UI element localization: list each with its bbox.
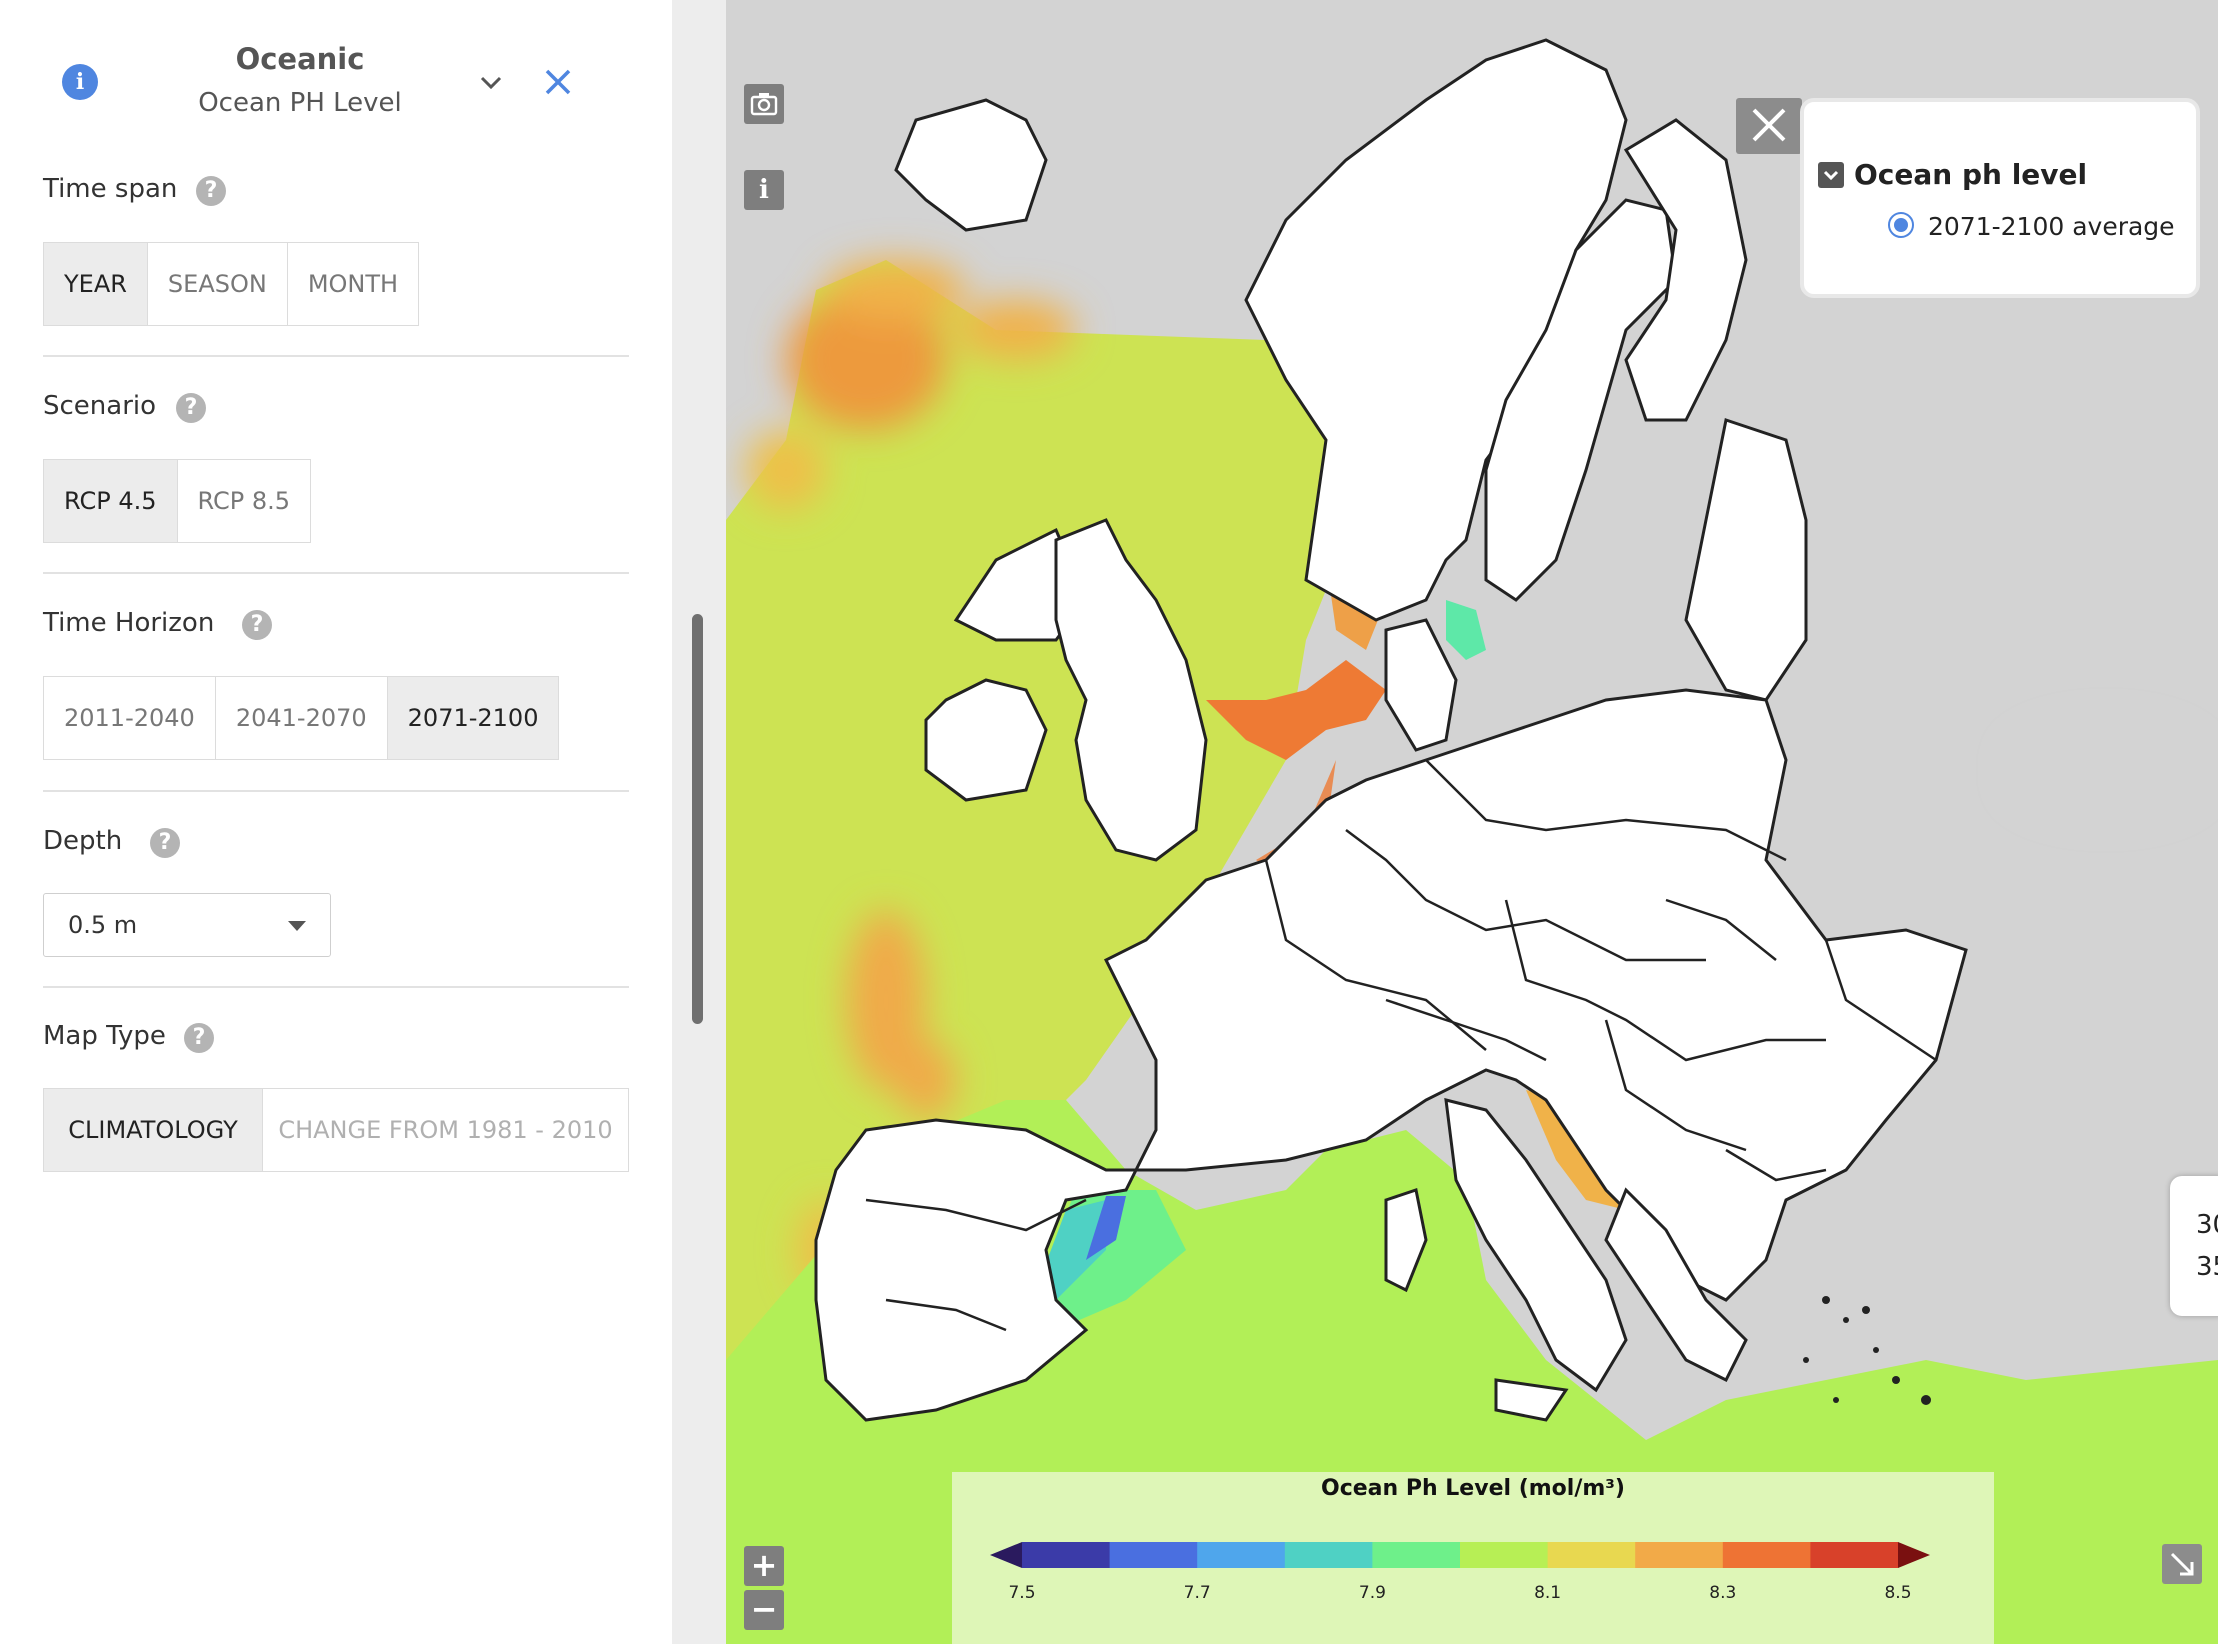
- time-span-label: Time span: [43, 174, 178, 204]
- colorbar-tick-label: 8.3: [1709, 1583, 1736, 1603]
- close-icon[interactable]: [540, 64, 576, 100]
- colorbar-segment: [1284, 1542, 1373, 1568]
- zoom-out-button[interactable]: −: [744, 1590, 784, 1630]
- camera-icon[interactable]: [744, 84, 784, 124]
- colorbar-segment: [1635, 1542, 1724, 1568]
- help-icon[interactable]: ?: [150, 828, 180, 858]
- caret-down-icon: [288, 921, 306, 931]
- climatology-button[interactable]: CLIMATOLOGY: [44, 1089, 263, 1171]
- scenario-rcp45-button[interactable]: RCP 4.5: [44, 460, 178, 542]
- colorbar-scale: 7.5 7.7 7.9 8.1 8.3 8.5: [990, 1542, 1930, 1603]
- divider: [43, 355, 629, 357]
- time-span-toggle: YEAR SEASON MONTH: [43, 242, 420, 326]
- colorbar-tick-label: 8.1: [1534, 1583, 1561, 1603]
- legend-layer-radio[interactable]: [1888, 212, 1914, 238]
- zoom-controls: + −: [744, 1546, 784, 1634]
- panel-title: Oceanic: [235, 42, 365, 76]
- legend-toggle-icon[interactable]: [1818, 162, 1844, 188]
- change-from-baseline-button[interactable]: CHANGE FROM 1981 - 2010: [263, 1089, 628, 1171]
- colorbar-segment: [1460, 1542, 1549, 1568]
- scenario-label: Scenario: [43, 391, 157, 421]
- panel-scrollbar[interactable]: [692, 614, 703, 1024]
- help-icon[interactable]: ?: [184, 1023, 214, 1053]
- time-span-month-button[interactable]: MONTH: [288, 243, 418, 325]
- colorbar-tick-label: 7.9: [1359, 1583, 1386, 1603]
- map-type-toggle: CLIMATOLOGY CHANGE FROM 1981 - 2010: [43, 1088, 629, 1172]
- colorbar-tick-label: 7.7: [1184, 1583, 1211, 1603]
- scenario-rcp85-button[interactable]: RCP 8.5: [178, 460, 311, 542]
- divider: [43, 572, 629, 574]
- colorbar-segment: [1547, 1542, 1636, 1568]
- colorbar-over-arrow: [1898, 1542, 1930, 1568]
- time-span-year-button[interactable]: YEAR: [44, 243, 148, 325]
- popup-line: 35: [2196, 1252, 2218, 1282]
- colorbar: Ocean Ph Level (mol/m³) 7.5 7.7 7.9 8.1 8.3 8…: [952, 1472, 1994, 1644]
- scenario-toggle: RCP 4.5 RCP 8.5: [43, 459, 312, 543]
- depth-value: 0.5 m: [68, 911, 138, 939]
- map-info-icon[interactable]: i: [744, 170, 784, 210]
- coordinate-popup: 30 35: [2170, 1176, 2218, 1316]
- colorbar-segment: [1022, 1542, 1111, 1568]
- iceland: [894, 98, 1048, 232]
- legend-layer-label: 2071-2100 average: [1928, 212, 2175, 241]
- depth-label: Depth: [43, 826, 123, 856]
- colorbar-tick-label: 7.5: [1008, 1583, 1035, 1603]
- legend-close-button[interactable]: [1736, 98, 1802, 154]
- help-icon[interactable]: ?: [242, 610, 272, 640]
- colorbar-segment: [1197, 1542, 1286, 1568]
- help-icon[interactable]: ?: [176, 393, 206, 423]
- horizon-2041-2070-button[interactable]: 2041-2070: [216, 677, 388, 759]
- legend-title: Ocean ph level: [1854, 158, 2088, 191]
- divider: [43, 790, 629, 792]
- time-horizon-label: Time Horizon: [43, 608, 215, 638]
- colorbar-segment: [1109, 1542, 1198, 1568]
- horizon-2011-2040-button[interactable]: 2011-2040: [44, 677, 216, 759]
- colorbar-tick-label: 8.5: [1884, 1583, 1911, 1603]
- help-icon[interactable]: ?: [196, 176, 226, 206]
- chevron-down-icon[interactable]: [474, 66, 508, 100]
- colorbar-segment: [1372, 1542, 1461, 1568]
- map-view[interactable]: i + − Ocean ph level 2071-2100 average 3…: [726, 0, 2218, 1644]
- expand-icon[interactable]: [2162, 1544, 2202, 1584]
- info-icon[interactable]: i: [62, 64, 98, 100]
- zoom-in-button[interactable]: +: [744, 1546, 784, 1586]
- colorbar-under-arrow: [990, 1542, 1022, 1568]
- settings-panel: i Oceanic Ocean PH Level Time span ? YEA…: [0, 0, 672, 1644]
- horizon-2071-2100-button[interactable]: 2071-2100: [387, 677, 559, 759]
- divider: [43, 986, 629, 988]
- time-span-season-button[interactable]: SEASON: [148, 243, 288, 325]
- panel-subtitle: Ocean PH Level: [198, 88, 402, 118]
- popup-line: 30: [2196, 1210, 2218, 1240]
- colorbar-segment: [1722, 1542, 1811, 1568]
- colorbar-segment: [1810, 1542, 1899, 1568]
- time-horizon-toggle: 2011-2040 2041-2070 2071-2100: [43, 676, 560, 760]
- layer-legend: Ocean ph level 2071-2100 average: [1800, 98, 2200, 298]
- map-type-label: Map Type: [43, 1021, 166, 1051]
- depth-select[interactable]: 0.5 m: [43, 893, 331, 957]
